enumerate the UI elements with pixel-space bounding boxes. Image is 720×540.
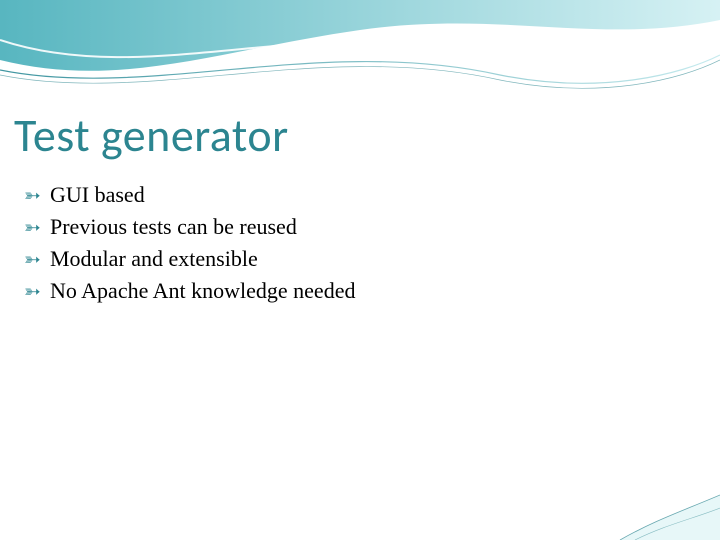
list-item: ➳ GUI based bbox=[24, 180, 680, 210]
corner-decoration bbox=[600, 440, 720, 540]
bullet-icon: ➳ bbox=[24, 215, 46, 242]
body-list: ➳ GUI based ➳ Previous tests can be reus… bbox=[24, 180, 680, 308]
slide: Test generator ➳ GUI based ➳ Previous te… bbox=[0, 0, 720, 540]
bullet-icon: ➳ bbox=[24, 183, 46, 210]
list-item-text: Modular and extensible bbox=[50, 244, 258, 274]
slide-title: Test generator bbox=[14, 108, 289, 164]
list-item-text: No Apache Ant knowledge needed bbox=[50, 276, 355, 306]
header-waves bbox=[0, 0, 720, 100]
bullet-icon: ➳ bbox=[24, 247, 46, 274]
list-item-text: Previous tests can be reused bbox=[50, 212, 297, 242]
list-item: ➳ Modular and extensible bbox=[24, 244, 680, 274]
bullet-icon: ➳ bbox=[24, 279, 46, 306]
list-item: ➳ No Apache Ant knowledge needed bbox=[24, 276, 680, 306]
list-item: ➳ Previous tests can be reused bbox=[24, 212, 680, 242]
list-item-text: GUI based bbox=[50, 180, 145, 210]
